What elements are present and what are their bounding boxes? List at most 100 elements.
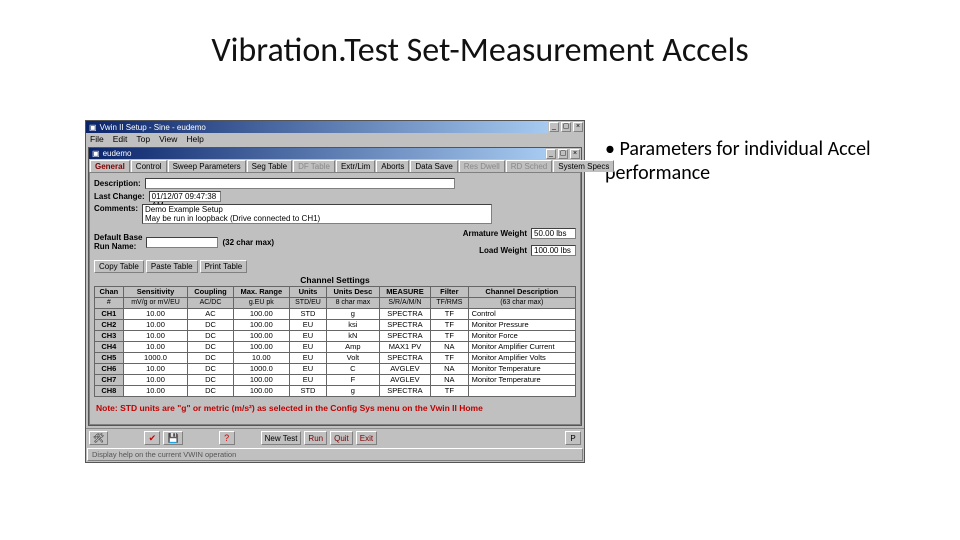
- table-row[interactable]: CH410.00DC100.00EUAmpMAX1 PVNAMonitor Am…: [95, 342, 576, 353]
- tab-sweep[interactable]: Sweep Parameters: [168, 160, 246, 172]
- cell-desc[interactable]: Monitor Temperature: [468, 375, 575, 386]
- cell-udesc[interactable]: g: [326, 309, 379, 320]
- check-button[interactable]: ✔: [144, 431, 160, 445]
- cell-meas[interactable]: SPECTRA: [379, 331, 430, 342]
- cell-meas[interactable]: SPECTRA: [379, 353, 430, 364]
- table-row[interactable]: CH110.00AC100.00STDgSPECTRATFControl: [95, 309, 576, 320]
- cell-max[interactable]: 10.00: [233, 353, 289, 364]
- cell-udesc[interactable]: F: [326, 375, 379, 386]
- tab-system[interactable]: System Specs: [553, 160, 614, 172]
- tool-icon[interactable]: 🛠: [89, 431, 108, 445]
- cell-udesc[interactable]: C: [326, 364, 379, 375]
- inner-maximize-button[interactable]: ▢: [558, 149, 568, 159]
- menu-file[interactable]: File: [90, 134, 104, 144]
- close-button[interactable]: ×: [573, 122, 583, 132]
- comments-input[interactable]: Demo Example Setup May be run in loopbac…: [142, 204, 492, 224]
- tab-rdsched[interactable]: RD Sched: [506, 160, 552, 172]
- print-button[interactable]: P: [565, 431, 581, 445]
- cell-desc[interactable]: Monitor Temperature: [468, 364, 575, 375]
- run-button[interactable]: Run: [304, 431, 327, 445]
- help-button[interactable]: ?: [219, 431, 235, 445]
- cell-filt[interactable]: TF: [431, 320, 468, 331]
- cell-meas[interactable]: SPECTRA: [379, 386, 430, 397]
- cell-units[interactable]: EU: [289, 364, 326, 375]
- cell-units[interactable]: EU: [289, 331, 326, 342]
- table-row[interactable]: CH710.00DC100.00EUFAVGLEVNAMonitor Tempe…: [95, 375, 576, 386]
- tab-extr[interactable]: Extr/Lim: [336, 160, 375, 172]
- cell-udesc[interactable]: g: [326, 386, 379, 397]
- cell-max[interactable]: 100.00: [233, 386, 289, 397]
- tab-aborts[interactable]: Aborts: [376, 160, 409, 172]
- cell-max[interactable]: 100.00: [233, 320, 289, 331]
- cell-max[interactable]: 100.00: [233, 309, 289, 320]
- cell-max[interactable]: 100.00: [233, 331, 289, 342]
- newtest-button[interactable]: New Test: [261, 431, 302, 445]
- tab-datasave[interactable]: Data Save: [410, 160, 457, 172]
- menu-top[interactable]: Top: [136, 134, 150, 144]
- paste-table-button[interactable]: Paste Table: [146, 260, 198, 273]
- cell-meas[interactable]: AVGLEV: [379, 364, 430, 375]
- cell-units[interactable]: EU: [289, 320, 326, 331]
- cell-sens[interactable]: 1000.0: [123, 353, 188, 364]
- cell-units[interactable]: EU: [289, 353, 326, 364]
- load-input[interactable]: 100.00 lbs: [531, 245, 576, 256]
- cell-udesc[interactable]: Amp: [326, 342, 379, 353]
- cell-udesc[interactable]: Volt: [326, 353, 379, 364]
- cell-desc[interactable]: [468, 386, 575, 397]
- description-input[interactable]: [145, 178, 455, 189]
- cell-units[interactable]: STD: [289, 309, 326, 320]
- cell-coup[interactable]: DC: [188, 342, 233, 353]
- tab-control[interactable]: Control: [131, 160, 167, 172]
- cell-units[interactable]: STD: [289, 386, 326, 397]
- table-row[interactable]: CH310.00DC100.00EUkNSPECTRATFMonitor For…: [95, 331, 576, 342]
- cell-meas[interactable]: MAX1 PV: [379, 342, 430, 353]
- cell-sens[interactable]: 10.00: [123, 386, 188, 397]
- cell-filt[interactable]: TF: [431, 331, 468, 342]
- cell-coup[interactable]: DC: [188, 375, 233, 386]
- minimize-button[interactable]: _: [549, 122, 559, 132]
- armature-input[interactable]: 50.00 lbs: [531, 228, 576, 239]
- cell-coup[interactable]: DC: [188, 353, 233, 364]
- cell-sens[interactable]: 10.00: [123, 320, 188, 331]
- cell-desc[interactable]: Monitor Force: [468, 331, 575, 342]
- cell-filt[interactable]: NA: [431, 342, 468, 353]
- cell-filt[interactable]: NA: [431, 375, 468, 386]
- cell-udesc[interactable]: ksi: [326, 320, 379, 331]
- cell-max[interactable]: 1000.0: [233, 364, 289, 375]
- cell-desc[interactable]: Monitor Amplifier Volts: [468, 353, 575, 364]
- tab-general[interactable]: General: [90, 160, 130, 172]
- menu-view[interactable]: View: [159, 134, 177, 144]
- lastchange-input[interactable]: 01/12/07 09:47:38 AM: [149, 191, 221, 202]
- cell-sens[interactable]: 10.00: [123, 375, 188, 386]
- save-button[interactable]: 💾: [163, 431, 182, 445]
- cell-coup[interactable]: AC: [188, 309, 233, 320]
- cell-max[interactable]: 100.00: [233, 375, 289, 386]
- cell-filt[interactable]: NA: [431, 364, 468, 375]
- cell-units[interactable]: EU: [289, 342, 326, 353]
- tab-resdwell[interactable]: Res Dwell: [459, 160, 505, 172]
- cell-sens[interactable]: 10.00: [123, 331, 188, 342]
- cell-sens[interactable]: 10.00: [123, 309, 188, 320]
- cell-meas[interactable]: SPECTRA: [379, 309, 430, 320]
- cell-coup[interactable]: DC: [188, 364, 233, 375]
- tab-seg[interactable]: Seg Table: [247, 160, 292, 172]
- copy-table-button[interactable]: Copy Table: [94, 260, 144, 273]
- inner-close-button[interactable]: ×: [570, 149, 580, 159]
- cell-units[interactable]: EU: [289, 375, 326, 386]
- exit-button[interactable]: Exit: [356, 431, 377, 445]
- cell-coup[interactable]: DC: [188, 331, 233, 342]
- cell-filt[interactable]: TF: [431, 386, 468, 397]
- cell-desc[interactable]: Control: [468, 309, 575, 320]
- basename-input[interactable]: [146, 237, 218, 248]
- menu-edit[interactable]: Edit: [113, 134, 128, 144]
- cell-meas[interactable]: AVGLEV: [379, 375, 430, 386]
- menu-help[interactable]: Help: [186, 134, 203, 144]
- cell-sens[interactable]: 10.00: [123, 342, 188, 353]
- cell-sens[interactable]: 10.00: [123, 364, 188, 375]
- cell-desc[interactable]: Monitor Pressure: [468, 320, 575, 331]
- tab-df[interactable]: DF Table: [293, 160, 335, 172]
- quit-button[interactable]: Quit: [330, 431, 353, 445]
- cell-udesc[interactable]: kN: [326, 331, 379, 342]
- cell-filt[interactable]: TF: [431, 309, 468, 320]
- cell-coup[interactable]: DC: [188, 386, 233, 397]
